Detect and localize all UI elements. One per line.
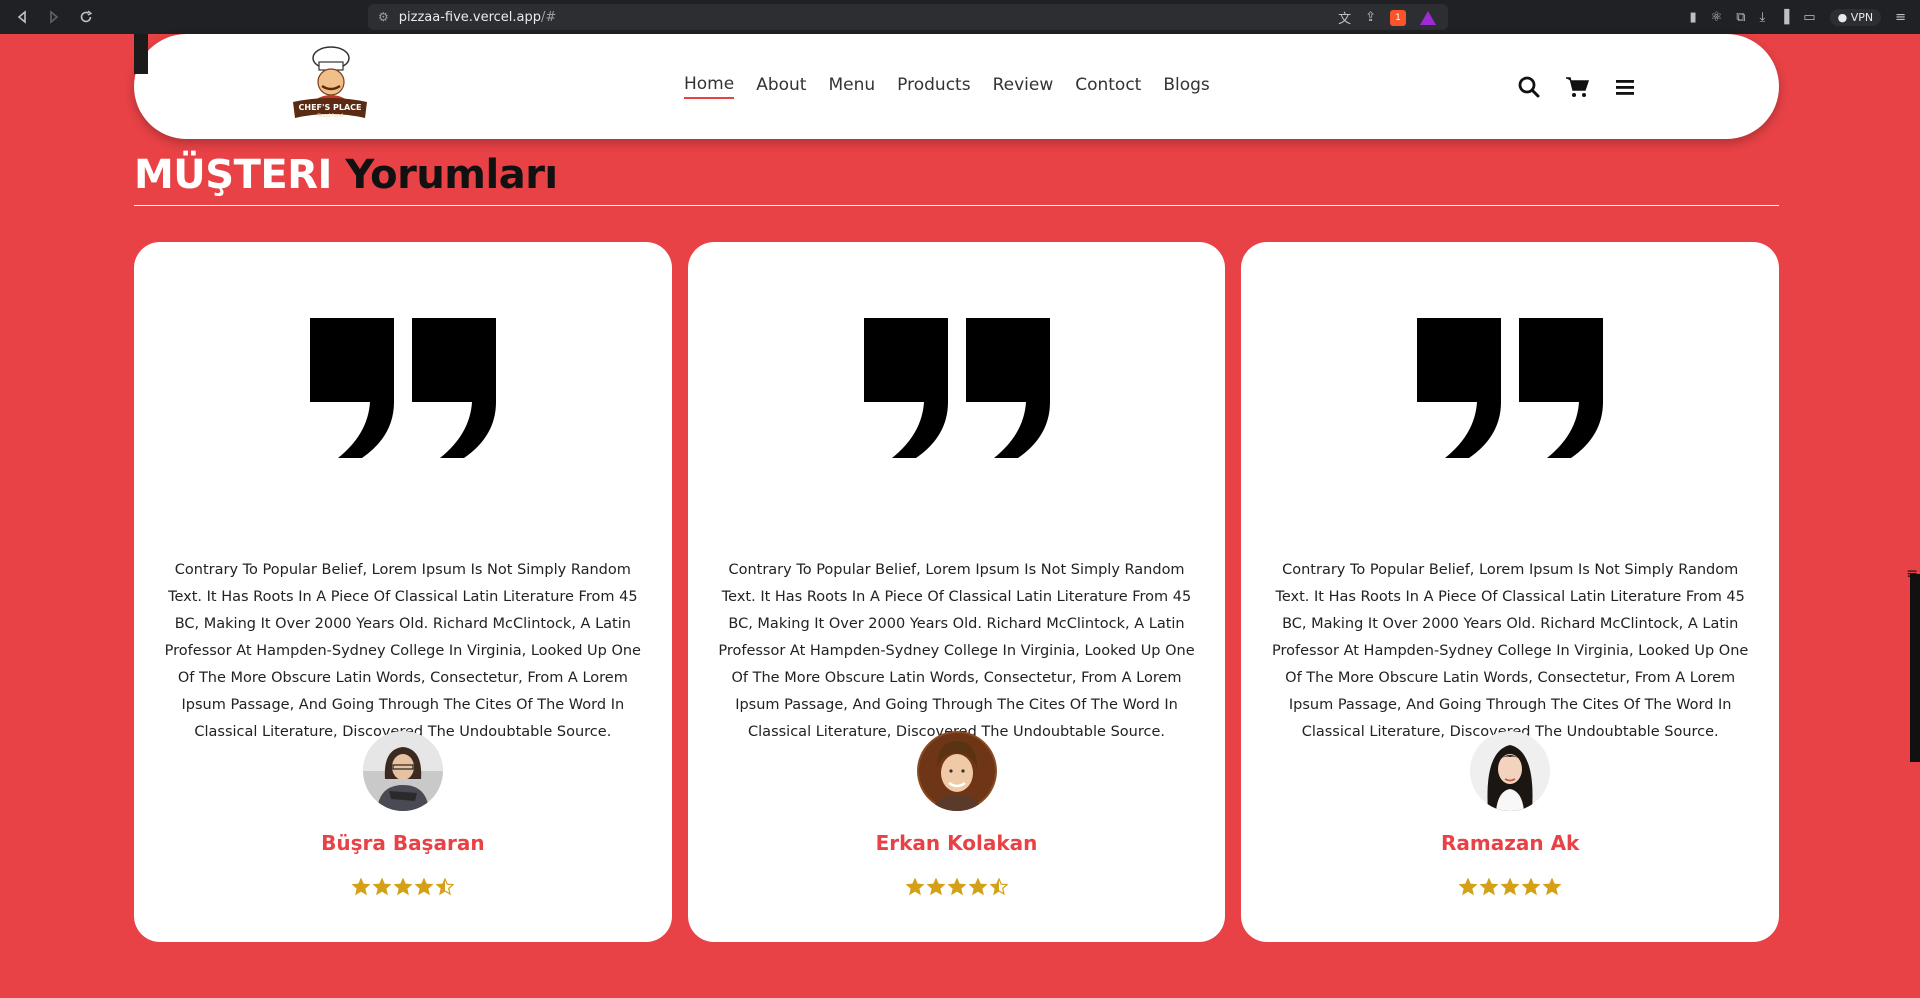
star-icon — [351, 878, 370, 896]
download-icon[interactable]: ⤓ — [1760, 10, 1766, 25]
review-card: Contrary To Popular Belief, Lorem Ipsum … — [687, 242, 1226, 942]
section-title-part2: Yorumları — [345, 152, 558, 198]
star-rating — [688, 878, 1226, 896]
sidebar-icon[interactable]: ▐ — [1779, 10, 1789, 25]
site-header: CHEF'S PLACE Good food Home About Menu P… — [134, 34, 1779, 139]
section-title-part1: MÜŞTERI — [134, 152, 332, 198]
vpn-button[interactable]: ● VPN — [1829, 8, 1882, 26]
extension-icon-2[interactable]: ⚛ — [1711, 10, 1723, 25]
reload-icon[interactable] — [76, 7, 96, 27]
brave-shield-icon[interactable]: 1 — [1390, 9, 1406, 26]
nav-link-menu[interactable]: Menu — [828, 75, 875, 98]
share-icon[interactable]: ⇪ — [1365, 10, 1376, 25]
back-icon[interactable] — [12, 7, 32, 27]
star-icon — [968, 878, 987, 896]
main-nav: Home About Menu Products Review Contoct … — [684, 34, 1210, 139]
hamburger-menu-icon[interactable] — [1613, 75, 1637, 99]
chefs-place-logo[interactable]: CHEF'S PLACE Good food — [289, 44, 371, 124]
cart-icon[interactable] — [1565, 75, 1589, 99]
star-icon — [1522, 878, 1541, 896]
star-icon — [372, 878, 391, 896]
quote-icon — [1417, 318, 1604, 458]
wallet-icon[interactable]: ▭ — [1803, 10, 1815, 25]
header-actions — [1517, 34, 1637, 139]
reviewer-name: Büşra Başaran — [321, 831, 485, 855]
menu-icon[interactable]: ≡ — [1895, 10, 1906, 25]
reviewer-name: Erkan Kolakan — [875, 831, 1038, 855]
avatar — [916, 731, 997, 811]
address-bar[interactable]: ⚙ pizzaa-five.vercel.app/# 文 ⇪ 1 — [368, 4, 1448, 30]
review-card: Contrary To Popular Belief, Lorem Ipsum … — [1241, 242, 1780, 942]
browser-toolbar: ⚙ pizzaa-five.vercel.app/# 文 ⇪ 1 ▮ ⚛ ⧉ ⤓… — [0, 0, 1920, 34]
avatar — [362, 731, 443, 811]
nav-link-about[interactable]: About — [756, 75, 806, 98]
title-divider — [134, 205, 1779, 206]
rewards-icon[interactable] — [1420, 10, 1436, 25]
star-icon — [393, 878, 412, 896]
decorative-tab — [134, 34, 148, 74]
reviewer-name: Ramazan Ak — [1441, 831, 1580, 855]
quote-icon — [863, 318, 1050, 458]
star-icon — [905, 878, 924, 896]
translate-icon[interactable]: 文 — [1338, 8, 1351, 27]
star-half-icon — [989, 878, 1008, 896]
nav-link-home[interactable]: Home — [684, 74, 735, 99]
star-icon — [1543, 878, 1562, 896]
site-settings-icon[interactable]: ⚙ — [378, 10, 389, 24]
nav-link-blogs[interactable]: Blogs — [1163, 75, 1209, 98]
nav-link-contact[interactable]: Contoct — [1075, 75, 1141, 98]
forward-icon[interactable] — [44, 7, 64, 27]
star-rating — [1241, 878, 1779, 896]
star-icon — [926, 878, 945, 896]
nav-link-products[interactable]: Products — [897, 75, 970, 98]
review-text: Contrary To Popular Belief, Lorem Ipsum … — [164, 562, 641, 740]
logo-text: CHEF'S PLACE — [299, 103, 362, 112]
star-icon — [1501, 878, 1520, 896]
extensions-puzzle-icon[interactable]: ⧉ — [1736, 10, 1745, 25]
review-card: Contrary To Popular Belief, Lorem Ipsum … — [134, 242, 672, 942]
star-icon — [1459, 878, 1478, 896]
page: CHEF'S PLACE Good food Home About Menu P… — [0, 34, 1920, 998]
review-text: Contrary To Popular Belief, Lorem Ipsum … — [1272, 562, 1749, 740]
section-title: MÜŞTERI Yorumları — [134, 152, 558, 198]
nav-link-review[interactable]: Review — [993, 75, 1054, 98]
scrollbar-thumb[interactable] — [1910, 574, 1920, 762]
star-half-icon — [435, 878, 454, 896]
star-icon — [1480, 878, 1499, 896]
review-text: Contrary To Popular Belief, Lorem Ipsum … — [718, 562, 1195, 740]
url-host: pizzaa-five.vercel.app — [398, 9, 542, 25]
logo-subtext: Good food — [317, 113, 343, 119]
quote-icon — [309, 318, 496, 458]
extension-icon-1[interactable]: ▮ — [1689, 10, 1696, 25]
search-icon[interactable] — [1517, 75, 1541, 99]
review-cards: Contrary To Popular Belief, Lorem Ipsum … — [134, 242, 1780, 942]
star-icon — [414, 878, 433, 896]
star-rating — [134, 878, 672, 896]
vpn-label: VPN — [1850, 10, 1874, 24]
shield-count: 1 — [1395, 12, 1401, 23]
avatar — [1470, 731, 1551, 811]
star-icon — [947, 878, 966, 896]
url-path: /# — [541, 9, 557, 25]
